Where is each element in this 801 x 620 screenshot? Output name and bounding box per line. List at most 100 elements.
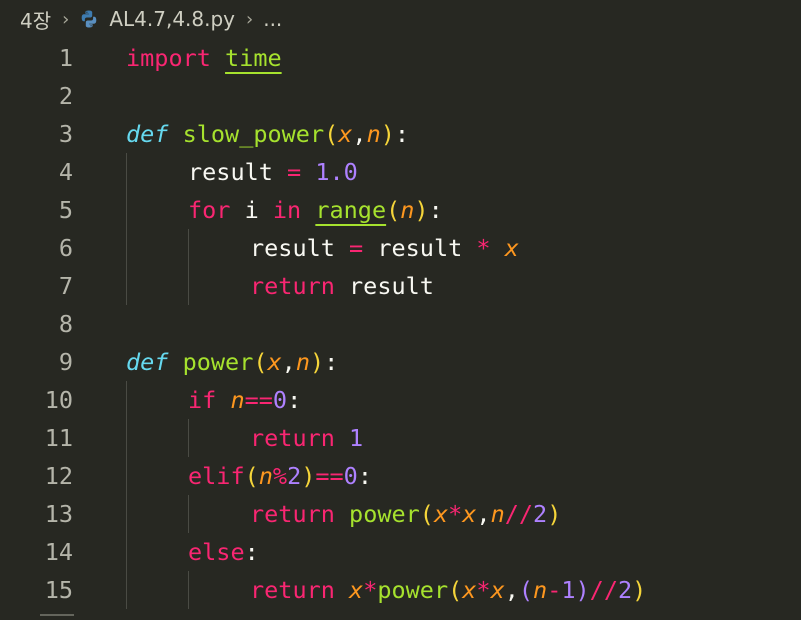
code-text: return power(x*x,n//2) <box>250 495 561 533</box>
code-token: , <box>281 348 296 376</box>
code-token: 1 <box>349 424 364 452</box>
indent-guide <box>126 229 127 267</box>
code-token: : <box>287 386 302 414</box>
code-token: 2 <box>533 500 548 528</box>
code-token: time <box>225 44 282 72</box>
code-line[interactable]: 5 for i in range(n): <box>0 191 801 229</box>
code-line[interactable]: 10 if n==0: <box>0 381 801 419</box>
line-number: 10 <box>44 386 73 414</box>
code-token: elif <box>188 462 245 490</box>
code-token: result <box>363 234 477 262</box>
code-token: : <box>428 196 443 224</box>
code-token: * <box>476 234 491 262</box>
indent-guide <box>126 495 127 533</box>
code-text: else: <box>188 533 259 571</box>
code-token: return <box>250 424 335 452</box>
code-token: 1 <box>561 576 576 604</box>
code-line[interactable]: 14 else: <box>0 533 801 571</box>
code-token: x <box>349 576 364 604</box>
code-text: import time <box>126 39 282 77</box>
code-text: elif(n%2)==0: <box>188 457 372 495</box>
code-token: x <box>433 500 449 528</box>
breadcrumb-folder[interactable]: 4장 <box>20 5 51 34</box>
code-token: x <box>490 576 505 604</box>
indent-guide <box>188 229 189 267</box>
code-text: result = result * x <box>250 229 519 267</box>
code-token: return <box>250 500 335 528</box>
code-line[interactable]: 12 elif(n%2)==0: <box>0 457 801 495</box>
code-token: def <box>126 348 169 376</box>
code-token: * <box>363 576 378 604</box>
code-line[interactable]: 4 result = 1.0 <box>0 153 801 191</box>
code-token: if <box>188 386 217 414</box>
code-token: ) <box>380 120 395 148</box>
code-token: == <box>244 386 273 414</box>
code-token: ) <box>632 576 647 604</box>
line-number: 8 <box>58 310 73 338</box>
code-token: n <box>230 386 245 414</box>
code-token: , <box>352 120 367 148</box>
code-token: else <box>188 538 245 566</box>
indent-guide <box>126 571 127 609</box>
breadcrumb-more[interactable]: ... <box>263 7 282 31</box>
code-line[interactable]: 11 return 1 <box>0 419 801 457</box>
line-number: 3 <box>58 120 73 148</box>
line-number: 5 <box>58 196 73 224</box>
code-line[interactable]: 13 return power(x*x,n//2) <box>0 495 801 533</box>
breadcrumb-separator-icon: › <box>246 8 254 30</box>
code-token: range <box>315 196 387 224</box>
code-line[interactable]: 3 def slow_power(x,n): <box>0 115 801 153</box>
code-token: , <box>504 576 519 604</box>
code-token: ( <box>419 500 434 528</box>
code-token: : <box>244 538 259 566</box>
code-text: result = 1.0 <box>188 153 358 191</box>
code-line[interactable]: 7 return result <box>0 267 801 305</box>
code-token: ) <box>414 196 429 224</box>
code-token: ( <box>518 576 534 604</box>
code-line[interactable]: 15 return x*power(x*x,(n-1)//2) <box>0 571 801 609</box>
code-token: slow_power <box>182 120 325 148</box>
code-text: return 1 <box>250 419 363 457</box>
line-number: 15 <box>44 576 73 604</box>
code-text: if n==0: <box>188 381 301 419</box>
code-token: = <box>349 234 364 262</box>
code-lines[interactable]: 1 import time 2 3 def slow_power(x,n): 4 resul… <box>0 39 801 609</box>
code-token: in <box>272 196 302 224</box>
code-token: == <box>315 462 344 490</box>
line-number: 4 <box>58 158 73 186</box>
line-number: 9 <box>58 348 73 376</box>
code-line[interactable]: 1 import time <box>0 39 801 77</box>
code-token: result <box>334 272 434 300</box>
code-line[interactable]: 6 result = result * x <box>0 229 801 267</box>
code-token: 2 <box>287 462 302 490</box>
code-token: 1.0 <box>315 158 358 186</box>
code-text: def slow_power(x,n): <box>126 115 409 153</box>
breadcrumb-file[interactable]: AL4.7,4.8.py <box>109 7 235 31</box>
code-line[interactable]: 8 <box>0 305 801 343</box>
indent-guide <box>126 267 127 305</box>
indent-guide <box>126 457 127 495</box>
code-token: * <box>476 576 491 604</box>
code-editor[interactable]: 4장 › AL4.7,4.8.py › ... 1 import time 2 3 de… <box>0 0 801 620</box>
code-token: x <box>504 234 519 262</box>
line-number: 13 <box>44 500 73 528</box>
line-number: 2 <box>58 82 73 110</box>
breadcrumb-separator-icon: › <box>62 8 70 30</box>
line-number: 14 <box>44 538 73 566</box>
code-token: % <box>272 462 288 490</box>
code-line[interactable]: 2 <box>0 77 801 115</box>
indent-guide <box>126 381 127 419</box>
code-line[interactable]: 9 def power(x,n): <box>0 343 801 381</box>
indent-guide <box>126 533 127 571</box>
code-token: : <box>324 348 339 376</box>
code-token: : <box>394 120 410 148</box>
line-number: 6 <box>58 234 73 262</box>
code-token: x <box>338 120 353 148</box>
line-number-partial <box>40 614 74 620</box>
